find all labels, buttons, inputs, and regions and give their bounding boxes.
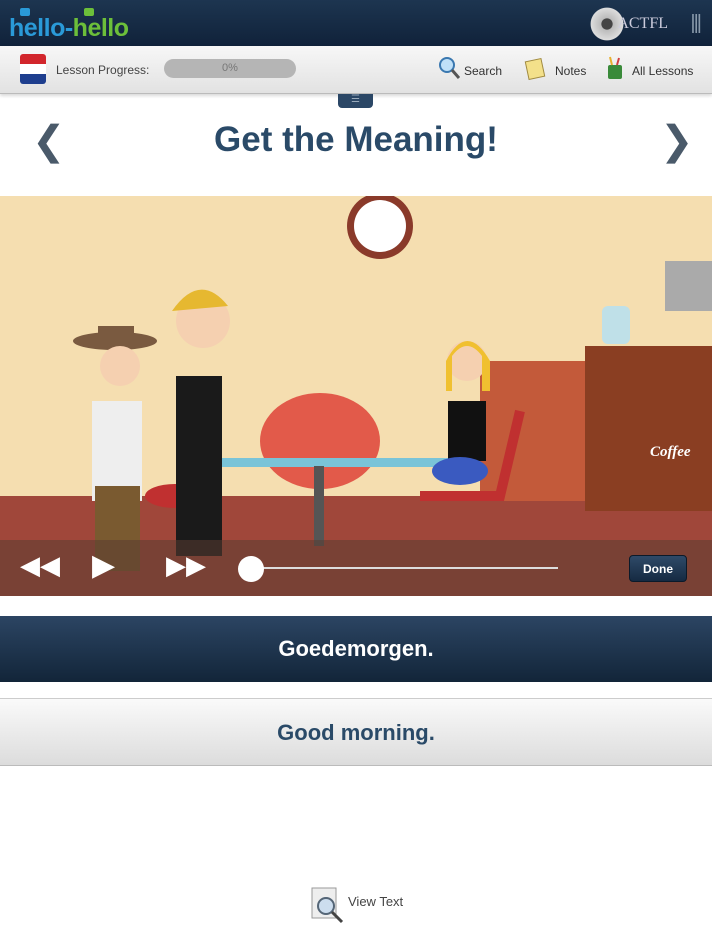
next-arrow[interactable]: ❯ [660,118,694,164]
drawer-handle[interactable]: ☰ [338,94,373,108]
toolbar: Lesson Progress: 0% Search Notes All Les… [0,46,712,94]
hello-hello-logo: hello-hello [9,14,129,42]
cafe-scene-illustration: Coffee [0,196,712,596]
notes-button[interactable]: Notes [555,64,586,78]
view-text-button[interactable]: View Text [310,886,410,926]
play-icon[interactable]: ▶ [92,548,115,583]
netherlands-flag-icon[interactable] [20,54,46,84]
search-icon[interactable] [438,56,460,80]
video-player[interactable]: Coffee ◀◀ ▶ ▶▶ Done [0,196,712,596]
page-title: Get the Meaning! [214,120,498,159]
rewind-icon[interactable]: ◀◀ [20,550,60,581]
pencil-cup-icon[interactable] [604,56,626,80]
search-button[interactable]: Search [464,64,502,78]
video-controls: ◀◀ ▶ ▶▶ Done [0,540,712,596]
lesson-progress-label: Lesson Progress: [56,63,150,77]
coffee-sign: Coffee [650,444,691,460]
menu-bars-icon[interactable]: ||| [690,12,702,35]
actfl-logo: ACTFL [617,15,668,32]
done-button[interactable]: Done [629,555,687,582]
view-text-magnifier-icon [311,887,344,924]
video-scrubber-track[interactable] [250,567,558,569]
lesson-progress-bar: 0% [164,59,296,78]
video-scrubber-knob[interactable] [238,556,264,582]
notepad-icon[interactable] [524,56,546,80]
all-lessons-button[interactable]: All Lessons [632,64,693,78]
view-text-label: View Text [348,894,404,909]
fast-forward-icon[interactable]: ▶▶ [166,550,206,581]
target-phrase[interactable]: Goedemorgen. [0,616,712,682]
translation-phrase[interactable]: Good morning. [0,698,712,766]
top-bar: hello-hello ACTFL ||| [0,0,712,46]
